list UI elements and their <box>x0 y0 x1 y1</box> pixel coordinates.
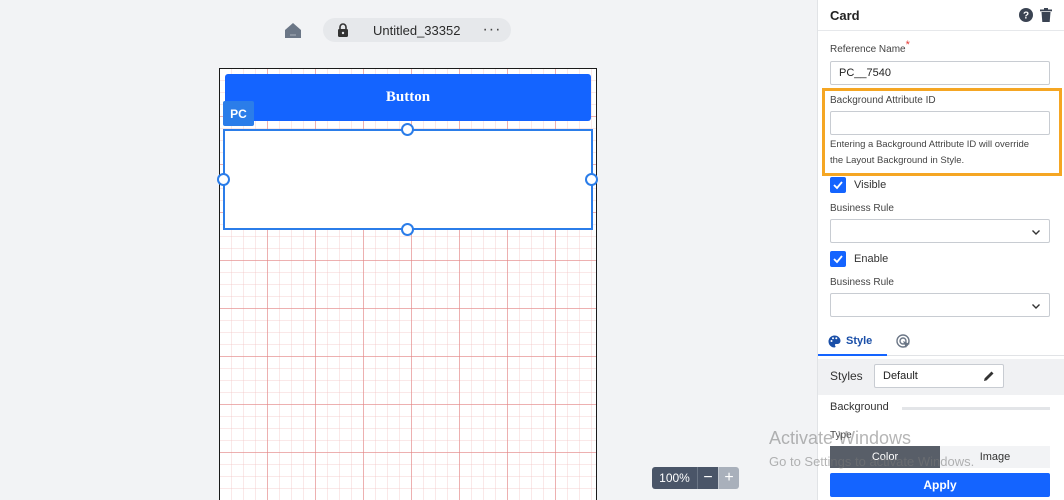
check-icon <box>833 255 843 264</box>
reference-name-input[interactable]: PC__7540 <box>830 61 1050 85</box>
more-options-icon[interactable]: ··· <box>482 22 501 38</box>
resize-handle-top[interactable] <box>401 123 414 136</box>
check-icon <box>833 181 843 190</box>
panel-header: Card ? <box>818 0 1064 31</box>
business-rule-select-2[interactable] <box>830 293 1050 317</box>
activation-watermark-title: Activate Windows <box>769 428 912 448</box>
chevron-down-icon <box>1032 304 1040 309</box>
zoom-in-button[interactable]: + <box>718 467 739 489</box>
background-attribute-input[interactable] <box>830 111 1050 135</box>
reference-name-label: Reference Name* <box>830 39 910 55</box>
trash-icon[interactable] <box>1040 8 1052 22</box>
file-title-pill[interactable]: Untitled_33352 ··· <box>323 18 511 42</box>
home-icon[interactable] <box>283 20 303 40</box>
properties-panel: Card ? Reference Name* PC__7540 Backgrou… <box>817 0 1064 500</box>
target-pointer-icon[interactable] <box>896 334 912 350</box>
enable-label: Enable <box>854 253 889 265</box>
design-canvas[interactable]: Button PC <box>217 68 598 500</box>
file-title[interactable]: Untitled_33352 <box>373 23 460 38</box>
background-label: Background <box>830 401 889 413</box>
styles-value: Default <box>883 370 918 382</box>
panel-tabs: Style <box>818 328 1064 356</box>
tab-style-label: Style <box>846 335 873 347</box>
chevron-down-icon <box>1032 230 1040 235</box>
business-rule-label-1: Business Rule <box>830 203 894 214</box>
zoom-out-button[interactable]: − <box>697 467 718 489</box>
tab-style[interactable]: Style <box>818 328 887 356</box>
styles-dropdown[interactable]: Default <box>874 364 1004 388</box>
lock-icon[interactable] <box>336 23 350 37</box>
resize-handle-right[interactable] <box>585 173 598 186</box>
apply-button[interactable]: Apply <box>830 473 1050 497</box>
reference-name-label-text: Reference Name <box>830 44 906 55</box>
help-icon[interactable]: ? <box>1019 8 1033 22</box>
component-badge: PC <box>223 101 254 126</box>
styles-row: Styles Default <box>818 359 1064 395</box>
resize-handle-bottom[interactable] <box>401 223 414 236</box>
canvas-button[interactable]: Button <box>225 74 591 121</box>
palette-icon <box>828 335 841 347</box>
svg-text:?: ? <box>1023 11 1029 22</box>
business-rule-label-2: Business Rule <box>830 277 894 288</box>
enable-checkbox[interactable] <box>830 251 846 267</box>
visible-checkbox[interactable] <box>830 177 846 193</box>
background-attribute-help: Entering a Background Attribute ID will … <box>830 139 1030 166</box>
business-rule-select-1[interactable] <box>830 219 1050 243</box>
required-marker: * <box>905 39 910 51</box>
styles-label: Styles <box>830 369 863 383</box>
panel-title: Card <box>830 7 860 23</box>
zoom-control: 100% − + <box>652 467 739 489</box>
activation-watermark-subtitle: Go to Settings to activate Windows. <box>769 454 975 469</box>
resize-handle-left[interactable] <box>217 173 230 186</box>
visible-label: Visible <box>854 179 887 191</box>
background-attribute-label: Background Attribute ID <box>830 95 936 106</box>
zoom-level: 100% <box>652 467 697 489</box>
selected-card[interactable] <box>223 129 593 230</box>
background-divider <box>902 407 1050 410</box>
pencil-icon[interactable] <box>983 370 995 382</box>
